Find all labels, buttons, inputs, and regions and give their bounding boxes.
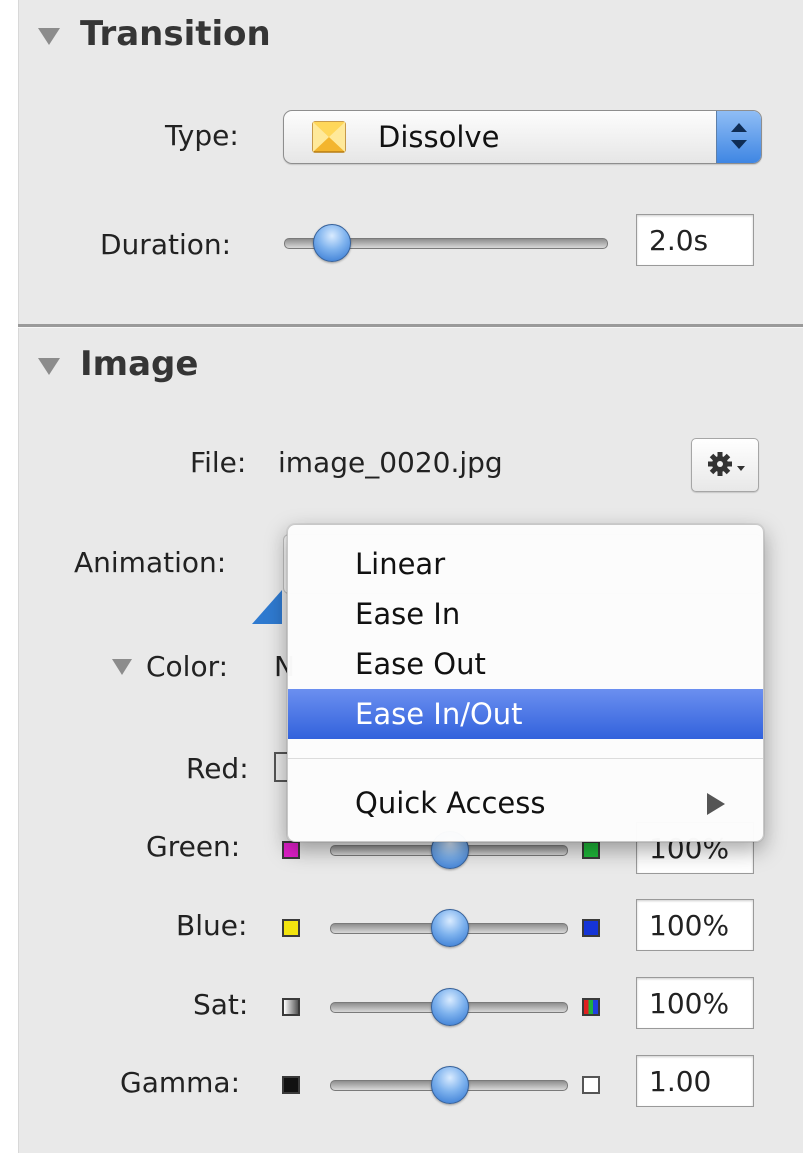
gamma-label: Gamma: [120,1066,240,1099]
blue-field[interactable]: 100% [636,899,754,951]
image-section-header[interactable]: Image [38,344,198,384]
menu-separator [288,758,763,759]
gamma-slider-knob[interactable] [431,1066,469,1104]
section-divider [18,324,803,328]
sat-label: Sat: [193,988,249,1021]
duration-slider-knob[interactable] [313,224,351,262]
menu-item-ease-out[interactable]: Ease Out [288,639,763,689]
file-name: image_0020.jpg [278,446,503,479]
menu-item-quick-access[interactable]: Quick Access [288,778,763,828]
selection-pointer-icon [252,590,282,624]
green-label: Green: [146,830,241,863]
menu-item-ease-in-out[interactable]: Ease In/Out [288,689,763,739]
animation-menu: Linear Ease In Ease Out Ease In/Out Quic… [287,524,764,842]
disclosure-triangle-icon[interactable] [38,27,60,45]
transition-title: Transition [80,14,271,54]
up-down-arrows-icon[interactable] [716,111,761,163]
transition-type-popup[interactable]: Dissolve [283,110,762,164]
image-title: Image [80,344,199,384]
type-label: Type: [165,119,239,152]
chevron-right-icon [707,793,725,815]
disclosure-triangle-icon[interactable] [38,357,60,375]
duration-label: Duration: [100,228,232,261]
magenta-swatch-icon [282,841,300,859]
quick-access-label: Quick Access [355,786,546,820]
blue-swatch-icon [582,919,600,937]
transition-section-header[interactable]: Transition [38,14,271,54]
red-label: Red: [186,752,249,785]
rgb-swatch-icon [582,998,600,1016]
color-label: Color: [146,650,229,683]
menu-item-ease-in[interactable]: Ease In [288,589,763,639]
blue-slider-knob[interactable] [431,909,469,947]
sat-field[interactable]: 100% [636,977,754,1029]
sat-slider-knob[interactable] [431,988,469,1026]
disclosure-triangle-icon[interactable] [112,658,132,675]
gamma-field[interactable]: 1.00 [636,1055,754,1107]
gear-icon [708,452,745,476]
grayscale-swatch-icon [282,998,300,1016]
dissolve-icon [312,121,346,153]
transition-type-value: Dissolve [378,120,500,154]
white-swatch-icon [582,1076,600,1094]
green-swatch-icon [582,841,600,859]
animation-label: Animation: [74,546,227,579]
color-row-label[interactable]: Color: [112,650,228,683]
black-swatch-icon [282,1076,300,1094]
blue-label: Blue: [176,909,248,942]
file-label: File: [190,446,247,479]
duration-field[interactable]: 2.0s [636,214,754,266]
menu-item-linear[interactable]: Linear [288,539,763,589]
file-action-button[interactable] [691,438,759,492]
yellow-swatch-icon [282,919,300,937]
